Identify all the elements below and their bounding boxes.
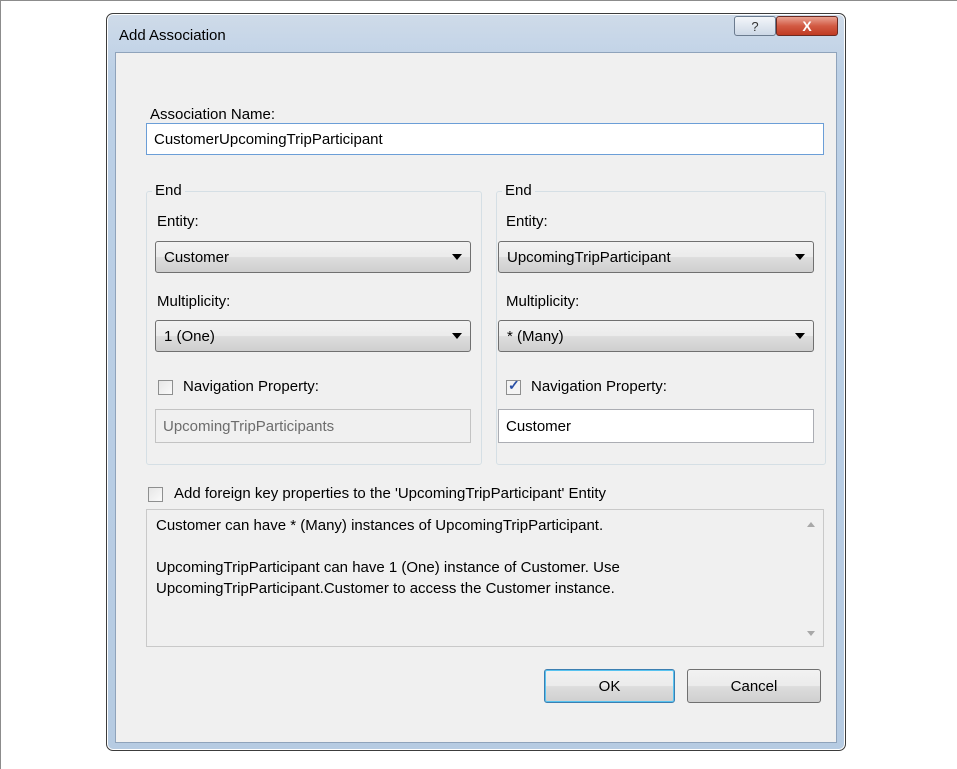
end1-nav-input[interactable]: UpcomingTripParticipants [155,409,471,443]
association-name-input[interactable]: CustomerUpcomingTripParticipant [146,123,824,155]
cancel-button[interactable]: Cancel [687,669,821,703]
end2-entity-value: UpcomingTripParticipant [507,248,671,266]
title-bar: Add Association ? X [107,14,845,52]
end2-entity-label: Entity: [506,213,548,230]
end1-entity-label: Entity: [157,213,199,230]
close-icon: X [802,18,812,34]
end1-multiplicity-select[interactable]: 1 (One) [155,320,471,352]
description-text: Customer can have * (Many) instances of … [156,515,776,599]
description-line-1: Customer can have * (Many) instances of … [156,517,604,534]
add-association-dialog: Add Association ? X Association Name: Cu… [106,13,846,751]
dialog-body: Association Name: CustomerUpcomingTripPa… [115,52,837,743]
chevron-down-icon [795,254,805,260]
end2-nav-checkbox[interactable]: ✓ [506,377,521,395]
association-name-value: CustomerUpcomingTripParticipant [154,130,383,148]
foreign-key-label: Add foreign key properties to the 'Upcom… [174,485,607,502]
dialog-title: Add Association [119,27,226,44]
help-icon: ? [751,18,759,34]
end1-group-label: End [152,182,185,199]
association-name-label: Association Name: [150,106,276,123]
chevron-down-icon [795,333,805,339]
description-box: Customer can have * (Many) instances of … [146,509,824,647]
chevron-down-icon [452,333,462,339]
description-scrollbar[interactable] [799,510,823,646]
foreign-key-checkbox[interactable] [148,487,163,502]
end2-entity-select[interactable]: UpcomingTripParticipant [498,241,814,273]
end2-multiplicity-label: Multiplicity: [506,293,580,310]
page-border-top [0,0,957,1]
end1-nav-checkbox[interactable] [158,380,173,395]
end1-entity-value: Customer [164,248,230,266]
end2-nav-value: Customer [506,417,572,435]
chevron-down-icon [452,254,462,260]
description-line-2: UpcomingTripParticipant can have 1 (One)… [156,559,620,576]
scroll-up-arrow-icon[interactable] [807,522,815,527]
end2-nav-label: Navigation Property: [531,378,667,395]
end1-nav-label: Navigation Property: [183,378,319,395]
end1-nav-value: UpcomingTripParticipants [163,417,335,435]
end1-multiplicity-label: Multiplicity: [157,293,231,310]
close-button[interactable]: X [776,16,838,36]
scroll-down-arrow-icon[interactable] [807,631,815,636]
end2-multiplicity-value: * (Many) [507,327,564,345]
end2-multiplicity-select[interactable]: * (Many) [498,320,814,352]
page-border-left [0,0,1,769]
end1-entity-select[interactable]: Customer [155,241,471,273]
end2-group-label: End [502,182,535,199]
end1-multiplicity-value: 1 (One) [164,327,215,345]
help-button[interactable]: ? [734,16,776,36]
end2-nav-input[interactable]: Customer [498,409,814,443]
description-line-3: UpcomingTripParticipant.Customer to acce… [156,580,615,597]
checkmark-icon: ✓ [508,377,520,393]
ok-button[interactable]: OK [544,669,675,703]
